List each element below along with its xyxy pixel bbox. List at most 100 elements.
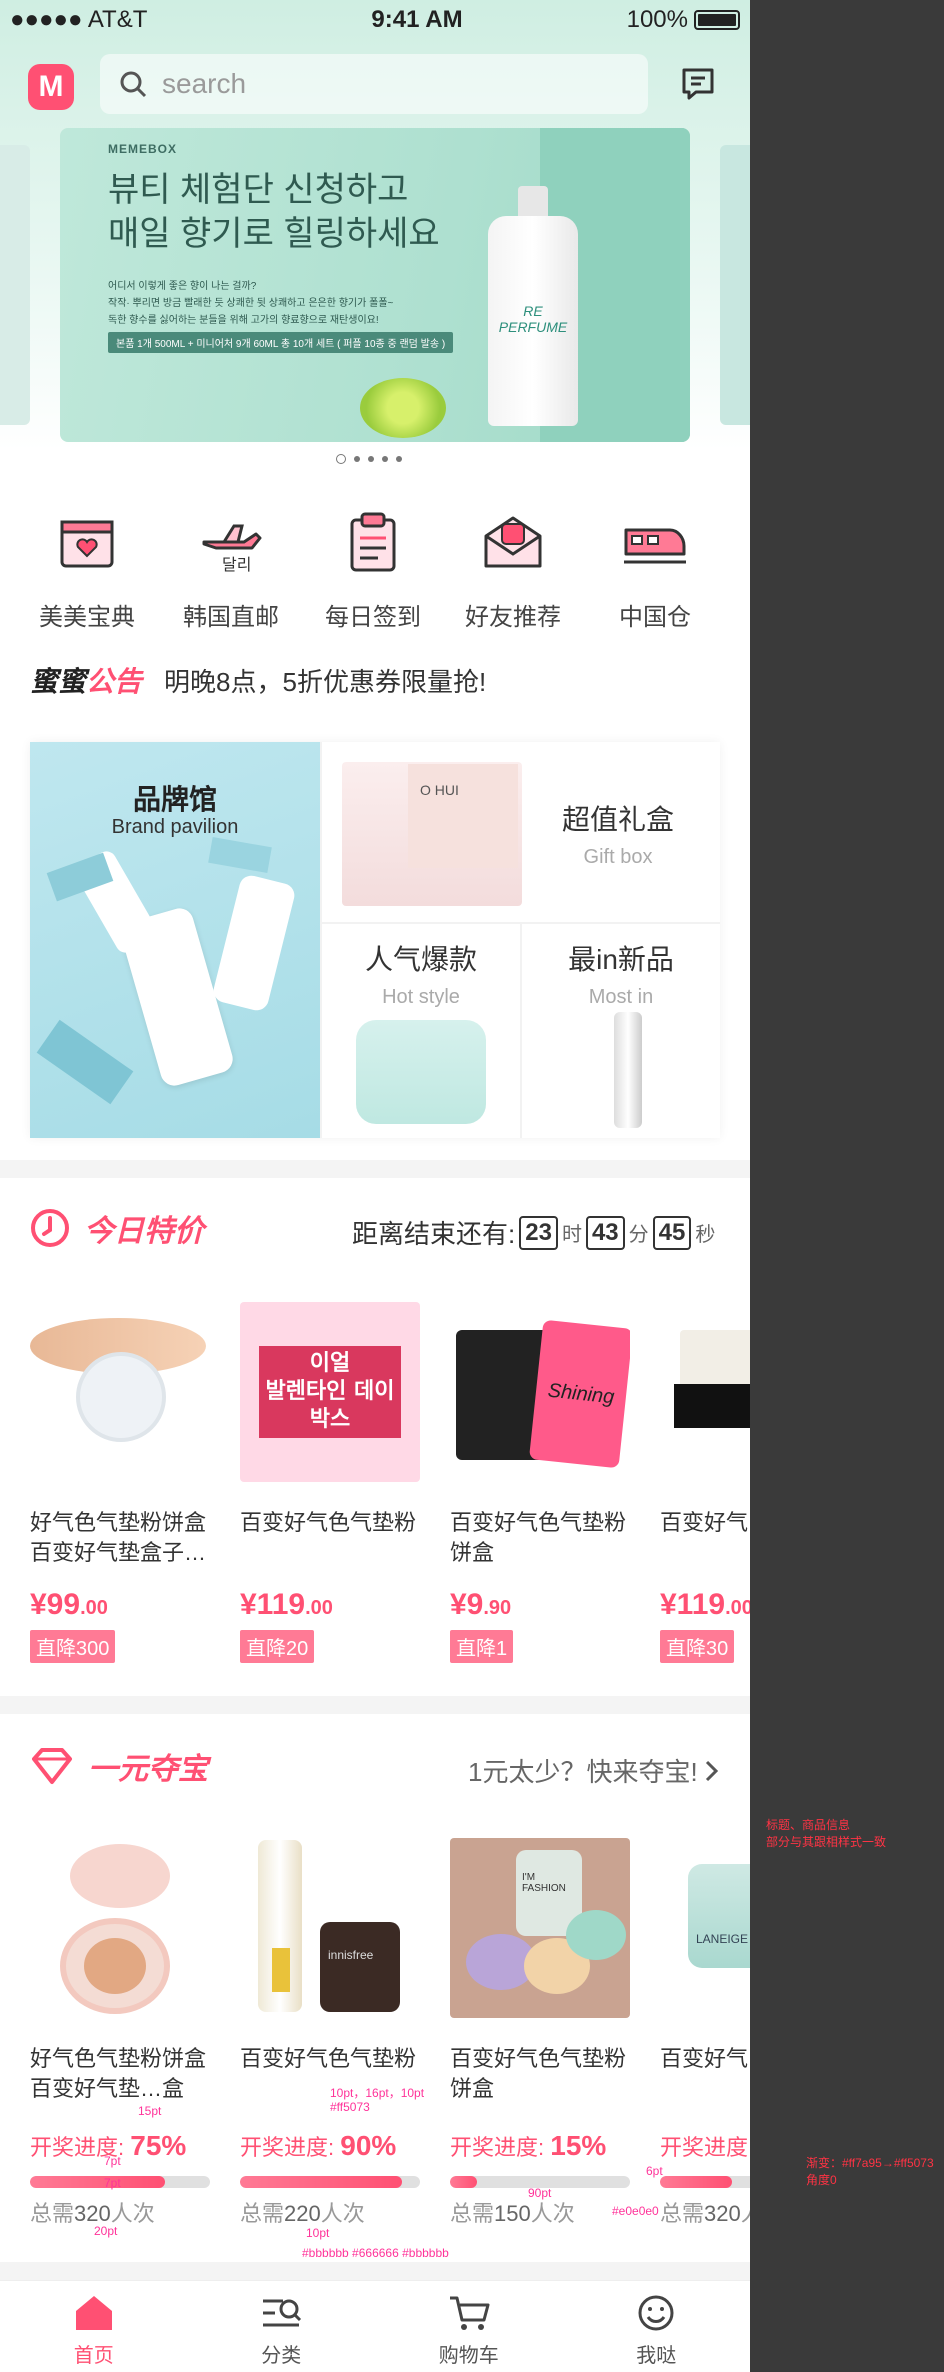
category-daily-checkin[interactable]: 每日签到	[308, 508, 438, 632]
deal-product-card[interactable]: 好气色气垫粉饼盒百变好气垫盒子… ¥99.00 直降300	[30, 1302, 210, 1663]
progress-bar	[660, 2176, 750, 2188]
deal-product-card[interactable]: Shining 百变好气色气垫粉饼盒 ¥9.90 直降1	[450, 1302, 630, 1663]
train-icon	[624, 528, 686, 564]
progress-bar-fill	[240, 2176, 402, 2188]
category-china-warehouse[interactable]: 中国仓	[590, 508, 720, 632]
chevron-right-icon	[705, 1760, 718, 1781]
svg-text:달리: 달리	[222, 555, 251, 574]
product-name: 百变好气	[660, 2046, 749, 2071]
notice-text: 明晚8点，5折优惠券限量抢!	[164, 666, 487, 697]
treasure-more-text: 1元太少？快来夺宝!	[468, 1757, 698, 1787]
category-label: 每日签到	[325, 604, 421, 631]
promo-banner[interactable]: MEMEBOX 뷰티 체험단 신청하고 매일 향기로 힐링하세요 어디서 이렇게…	[60, 128, 690, 442]
brand-pavilion-title: 品牌馆	[132, 784, 217, 815]
progress-percent: 90%	[340, 2130, 397, 2161]
category-label: 中国仓	[619, 604, 691, 631]
treasure-product-card[interactable]: LANEIGE 百变好气 开奖进度: 总需320人次	[660, 1838, 750, 2228]
category-meimei-baodian[interactable]: 美美宝典	[22, 508, 152, 632]
tab-profile[interactable]: 我哒	[563, 2281, 751, 2372]
product-image-text: I'M FASHION	[522, 1872, 566, 1894]
progress-bar-fill	[660, 2176, 732, 2188]
progress-label: 开奖进度: 15%	[450, 2130, 607, 2161]
banner-next-peek[interactable]	[720, 145, 750, 425]
banner-headline: 뷰티 체험단 신청하고 매일 향기로 힐링하세요	[108, 171, 440, 253]
deal-product-card[interactable]: 이얼 발렌타인 데이 박스 百变好气色气垫粉 ¥119.00 直降20	[240, 1302, 420, 1663]
spec-annotation: #e0e0e0	[612, 2204, 659, 2218]
bottle-label: RE PERFUME	[498, 303, 568, 335]
pagination-dot[interactable]	[354, 456, 360, 462]
banner-prev-peek[interactable]	[0, 145, 30, 425]
notice-bar[interactable]: 蜜蜜公告 明晚8点，5折优惠券限量抢!	[30, 660, 486, 700]
discount-tag: 直降300	[30, 1630, 116, 1663]
spec-annotation: 90pt	[528, 2186, 552, 2200]
brand-pavilion-card[interactable]: 品牌馆 Brand pavilion	[30, 742, 320, 1138]
most-in-subtitle: Most in	[588, 986, 654, 1008]
product-name: 好气色气垫粉饼盒百变好气垫盒子…	[30, 1510, 207, 1565]
product-image-text: 이얼 발렌타인 데이 박스	[259, 1346, 401, 1438]
banner-body: 어디서 이렇게 좋은 향이 나는 걸까? 작작· 뿌리면 방금 빨래한 듯 상쾌…	[108, 281, 394, 326]
spec-annotation: 20pt	[94, 2224, 118, 2238]
hot-style-cell[interactable]: 人气爆款 Hot style	[322, 924, 520, 1138]
book-heart-icon	[60, 520, 114, 568]
treasure-title-text: 一元夺宝	[88, 1753, 208, 1786]
notice-tag-a: 蜜蜜	[30, 666, 87, 697]
category-korea-direct[interactable]: 달리 韩国直邮	[166, 508, 296, 632]
tab-cart[interactable]: 购物车	[375, 2281, 563, 2372]
home-icon	[75, 2296, 112, 2330]
notice-tag-b: 公告	[86, 666, 143, 697]
category-friend-referral[interactable]: 好友推荐	[448, 508, 578, 632]
category-label: 好友推荐	[465, 604, 561, 631]
treasure-product-card[interactable]: innisfree 百变好气色气垫粉 开奖进度: 90% 总需220人次	[240, 1838, 420, 2228]
required-count: 总需320人次	[660, 2201, 750, 2226]
daily-deal-title-text: 今日特价	[84, 1215, 204, 1248]
spec-annotation: 7pt	[104, 2154, 121, 2168]
product-price: ¥9.90	[450, 1588, 512, 1621]
block-image	[208, 836, 272, 874]
product-name: 百变好气色气垫粉饼盒	[450, 1510, 627, 1565]
app-logo[interactable]: M	[28, 64, 74, 110]
tab-home[interactable]: 首页	[0, 2281, 188, 2372]
progress-bar-fill	[450, 2176, 477, 2188]
product-image-text: innisfree	[328, 1948, 374, 1962]
lime-image	[360, 378, 446, 438]
spec-note: 标题、商品信息 部分与其跟相样式一致	[766, 1818, 887, 1849]
spec-annotation: #bbbbbb #666666 #bbbbbb	[302, 2246, 449, 2260]
pagination-dot[interactable]	[368, 456, 374, 462]
tab-label: 我哒	[636, 2345, 677, 2367]
deal-product-card[interactable]: 百变好气 ¥119.00 直降30	[660, 1302, 750, 1663]
hot-style-title: 人气爆款	[364, 944, 477, 975]
progress-label: 开奖进度: 90%	[240, 2130, 397, 2161]
category-label: 美美宝典	[39, 604, 135, 631]
gift-box-subtitle: Gift box	[583, 846, 653, 868]
search-icon	[120, 71, 147, 98]
countdown-seconds: 45	[652, 1215, 692, 1250]
product-name: 百变好气	[660, 1510, 749, 1535]
spec-annotation: 10pt	[306, 2226, 330, 2240]
search-input[interactable]: search	[100, 54, 648, 114]
pagination-dot[interactable]	[382, 456, 388, 462]
hot-style-subtitle: Hot style	[382, 986, 460, 1008]
tab-label: 首页	[73, 2345, 114, 2367]
category-label: 韩国直邮	[183, 604, 279, 631]
status-bar: ●●●●● AT&T 9:41 AM 100%	[0, 0, 750, 40]
banner-offer-pill: 본품 1개 500ML + 미니어처 9개 60ML 총 10개 세트 ( 퍼플…	[108, 332, 454, 353]
product-name: 百变好气色气垫粉	[240, 1510, 417, 1535]
tab-category[interactable]: 分类	[188, 2281, 376, 2372]
required-count: 总需220人次	[240, 2201, 365, 2226]
spec-annotation: #ff5073	[330, 2100, 370, 2114]
spec-annotation: 10pt，16pt，10pt	[330, 2086, 425, 2100]
treasure-product-card[interactable]: I'M FASHION 百变好气色气垫粉饼盒 开奖进度: 15% 总需150人次	[450, 1838, 630, 2228]
message-icon[interactable]	[680, 66, 716, 102]
product-price: ¥119.00	[660, 1588, 750, 1621]
clipboard-icon	[350, 512, 396, 572]
product-image	[660, 1302, 750, 1482]
most-in-cell[interactable]: 最in新品 Most in	[522, 924, 720, 1138]
battery-icon	[693, 10, 740, 30]
treasure-more-link[interactable]: 1元太少？快来夺宝!	[468, 1752, 720, 1789]
product-image: 이얼 발렌타인 데이 박스	[240, 1302, 420, 1482]
product-price: ¥99.00	[30, 1588, 108, 1621]
pagination-dot-active[interactable]	[336, 454, 346, 464]
gift-box-cell[interactable]: O HUI 超值礼盒 Gift box	[322, 742, 720, 922]
pagination-dot[interactable]	[396, 456, 402, 462]
treasure-product-card[interactable]: 好气色气垫粉饼盒百变好气垫…盒 开奖进度: 75% 总需320人次	[30, 1838, 210, 2228]
